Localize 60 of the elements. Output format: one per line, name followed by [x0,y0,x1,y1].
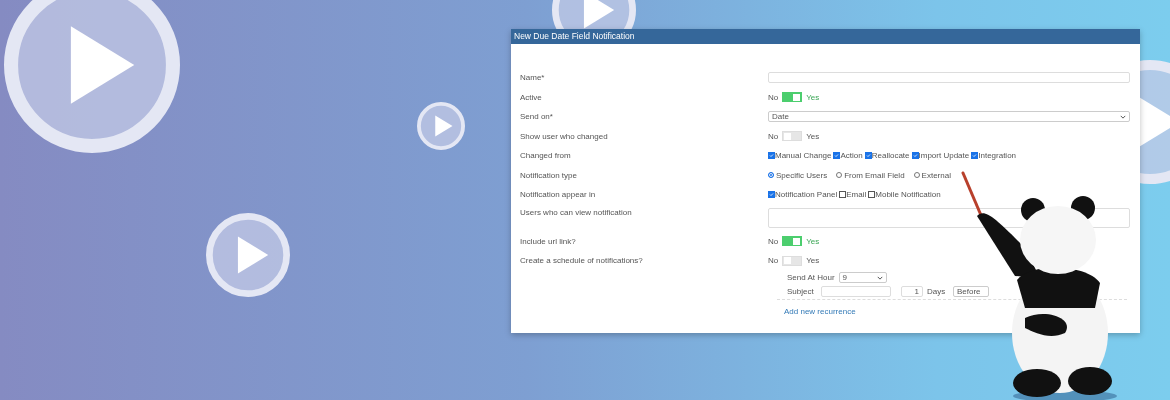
toggle-switch[interactable] [782,255,803,266]
radio-button[interactable] [913,172,920,179]
play-icon [417,102,465,150]
radio-label: From Email Field [844,170,905,180]
toggle-label: Yes [806,256,820,266]
field-label: Send At Hour [787,273,835,282]
checkbox-label: Import Update [918,151,970,161]
play-icon [206,213,290,297]
checkbox[interactable] [768,191,775,199]
field-label: Create a schedule of notifications? [520,256,644,266]
field-label: Include url link? [520,236,577,246]
checkbox-label: Integration [978,151,1017,161]
toggle-label: No [768,92,779,102]
input-field[interactable]: 1 [901,286,923,297]
window-title: New Due Date Field Notification [511,29,1140,44]
field-label: Name* [520,73,546,83]
toggle-label: No [768,256,779,266]
checkbox-label: Reallocate [871,151,910,161]
field-label: Notification appear in [520,190,597,200]
chevron-down-icon [1120,114,1126,119]
dropdown[interactable]: Before [953,286,989,297]
input-field[interactable] [821,286,891,297]
toggle-label: No [768,236,779,246]
field-label: Users who can view notification [520,206,633,217]
checkbox[interactable] [768,152,775,160]
checkbox[interactable] [911,152,919,160]
checkbox[interactable] [833,152,841,160]
dropdown[interactable]: 9 [838,272,887,283]
play-icon [4,0,180,153]
toggle-switch[interactable] [782,92,803,103]
field-label: Send on* [520,112,554,122]
play-icon [552,0,636,29]
field-label: Subject [787,287,815,296]
toggle-switch[interactable] [782,236,803,247]
checkbox[interactable] [839,191,847,199]
radio-button[interactable] [836,172,843,179]
toggle-label: Yes [806,236,820,246]
unit-label: Days [927,287,947,296]
field-label: Notification type [520,170,578,180]
checkbox-label: Notification Panel [775,190,838,200]
checkbox-label: Action [840,151,863,161]
field-label: Show user who changed [520,131,609,141]
radio-label: Specific Users [776,170,828,180]
checkbox[interactable] [971,152,979,160]
input-field[interactable] [768,72,1130,84]
toggle-label: No [768,131,779,141]
field-label: Active [520,92,543,102]
checkbox[interactable] [868,191,876,199]
field-label: Changed from [520,151,572,161]
toggle-switch[interactable] [782,131,803,142]
chevron-down-icon [876,275,883,280]
checkbox-label: Email [846,190,867,200]
radio-label: External [921,170,951,180]
checkbox-label: Mobile Notification [875,190,941,200]
add-recurrence-link[interactable]: Add new recurrence [784,306,856,316]
checkbox-label: Manual Change [775,151,832,161]
checkbox[interactable] [864,152,872,160]
dropdown[interactable]: Date [768,111,1130,123]
toggle-label: Yes [806,92,820,102]
toggle-label: Yes [806,131,820,141]
